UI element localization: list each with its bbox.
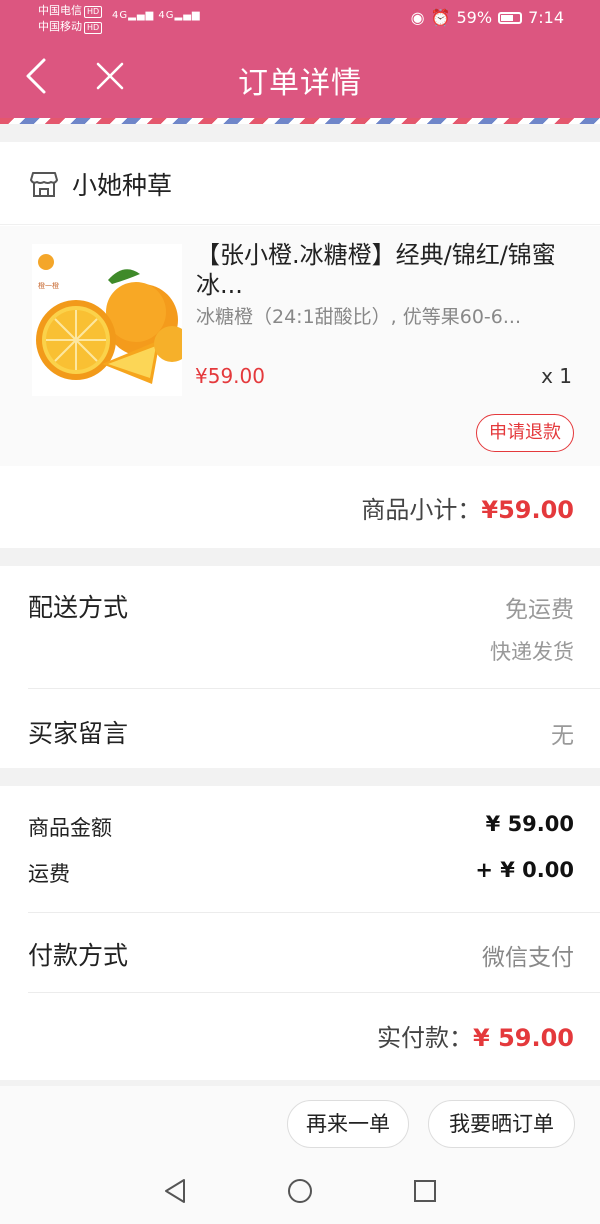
subtotal: 商品小计：¥59.00 bbox=[361, 490, 574, 525]
payment-method-label: 付款方式 bbox=[28, 941, 129, 970]
app-header: 订单详情 bbox=[0, 40, 600, 118]
store-icon bbox=[30, 172, 58, 197]
delivery-value: 免运费 bbox=[505, 597, 574, 623]
payment-method-value: 微信支付 bbox=[482, 945, 574, 971]
status-bar: 中国电信 HD 中国移动 HD 4G▂▄▆ 4G▂▄▆ ◉ ⏰ 59% 7:14 bbox=[0, 0, 600, 40]
nav-home-icon[interactable] bbox=[285, 1176, 315, 1206]
goods-amount-label: 商品金额 bbox=[28, 816, 112, 840]
hd-badge: HD bbox=[84, 6, 103, 18]
product-image[interactable]: 橙一橙 bbox=[32, 244, 182, 396]
goods-amount-value: ¥ 59.00 bbox=[485, 812, 574, 836]
delivery-label: 配送方式 bbox=[28, 593, 129, 622]
product-spec: 冰糖橙（24:1甜酸比）, 优等果60-6... bbox=[196, 306, 521, 328]
product-quantity: x 1 bbox=[541, 364, 572, 388]
action-bar: 再来一单 我要晒订单 bbox=[0, 1086, 600, 1166]
delivery-sub: 快递发货 bbox=[490, 640, 574, 664]
carrier-2: 中国移动 bbox=[38, 20, 82, 33]
paid-amount: 实付款：¥ 59.00 bbox=[377, 1018, 574, 1053]
battery-icon bbox=[498, 11, 523, 24]
divider bbox=[28, 912, 600, 913]
eye-icon: ◉ bbox=[410, 8, 425, 27]
share-order-button[interactable]: 我要晒订单 bbox=[428, 1100, 575, 1148]
order-detail-screen: 中国电信 HD 中国移动 HD 4G▂▄▆ 4G▂▄▆ ◉ ⏰ 59% 7:14 订… bbox=[0, 0, 600, 1224]
paid-value: ¥ 59.00 bbox=[473, 1024, 574, 1052]
clock: 7:14 bbox=[528, 8, 564, 27]
status-right: ◉ ⏰ 59% 7:14 bbox=[411, 8, 564, 27]
product-title[interactable]: 【张小橙.冰糖橙】经典/锦红/锦蜜冰... bbox=[196, 240, 576, 300]
carrier-1: 中国电信 bbox=[38, 4, 82, 17]
reorder-button[interactable]: 再来一单 bbox=[287, 1100, 409, 1148]
freight-value: + ¥ 0.00 bbox=[475, 858, 574, 882]
subtotal-amount: ¥59.00 bbox=[481, 496, 574, 524]
order-items-card: 小她种草 橙一橙 【张小橙.冰糖橙】经典/锦红/锦蜜冰... 冰糖橙（24:1甜… bbox=[0, 142, 600, 548]
shop-name: 小她种草 bbox=[72, 171, 173, 200]
system-nav-bar bbox=[0, 1160, 600, 1224]
freight-label: 运费 bbox=[28, 862, 70, 886]
signal-icon: 4G▂▄▆ 4G▂▄▆ bbox=[112, 10, 201, 21]
airmail-border bbox=[0, 118, 600, 124]
divider bbox=[28, 688, 600, 689]
request-refund-button[interactable]: 申请退款 bbox=[476, 414, 574, 452]
product-item[interactable]: 橙一橙 【张小橙.冰糖橙】经典/锦红/锦蜜冰... 冰糖橙（24:1甜酸比）, … bbox=[0, 226, 600, 466]
paid-label: 实付款： bbox=[377, 1024, 474, 1052]
shop-row[interactable]: 小她种草 bbox=[0, 142, 600, 225]
buyer-message-value: 无 bbox=[551, 723, 574, 749]
image-caption: 橙一橙 bbox=[38, 281, 59, 290]
hd-badge: HD bbox=[84, 22, 103, 34]
product-price: ¥59.00 bbox=[195, 364, 265, 388]
divider bbox=[28, 992, 600, 993]
carrier-info: 中国电信 HD 中国移动 HD bbox=[38, 3, 103, 35]
page-title: 订单详情 bbox=[238, 66, 362, 101]
alarm-icon: ⏰ bbox=[430, 8, 451, 27]
battery-percent: 59% bbox=[456, 8, 493, 27]
nav-recents-icon[interactable] bbox=[410, 1176, 440, 1206]
delivery-card: 配送方式 免运费 快递发货 买家留言 无 bbox=[0, 566, 600, 768]
buyer-message-label: 买家留言 bbox=[28, 719, 129, 748]
payment-card: 商品金额 ¥ 59.00 运费 + ¥ 0.00 付款方式 微信支付 实付款：¥… bbox=[0, 786, 600, 1080]
nav-back-icon[interactable] bbox=[160, 1176, 190, 1206]
subtotal-label: 商品小计： bbox=[361, 496, 482, 524]
